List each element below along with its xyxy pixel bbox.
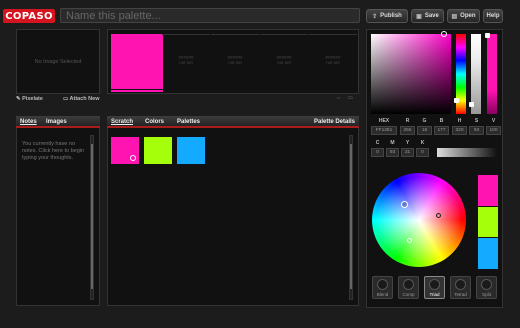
hex-label: HEX [378, 118, 390, 124]
k-label: K [420, 140, 425, 146]
harmony-swatch-1[interactable] [478, 175, 498, 206]
scratch-tabbar: Scratch Colors Palettes Palette Details [107, 116, 359, 128]
notes-textarea[interactable]: You currently have no notes. Click here … [22, 141, 88, 162]
attach-icon: ▭ [63, 96, 69, 102]
r-label: R [405, 118, 410, 124]
image-panel[interactable]: No Image Selected [16, 29, 100, 94]
mode-triad-button[interactable]: Triad [424, 276, 445, 299]
wheel-marker-secondary[interactable] [436, 213, 441, 218]
mode-blend-button[interactable]: Blend [372, 276, 393, 299]
value-slider-handle[interactable] [485, 33, 490, 38]
palette-slot-3[interactable]: ###### not set [211, 34, 259, 92]
hex-input[interactable]: FF1381 [371, 126, 397, 135]
y-label: Y [405, 140, 410, 146]
attach-new-button[interactable]: ▭ Attach New [63, 96, 99, 102]
tab-scratch[interactable]: Scratch [111, 119, 133, 125]
publish-icon: ⇪ [372, 13, 378, 20]
pixelate-icon: ✎ [16, 96, 21, 102]
hue-slider[interactable] [454, 34, 466, 114]
s-label: S [474, 118, 479, 124]
palette-details-tab[interactable]: Palette Details [314, 119, 355, 125]
open-icon: ▤ [451, 13, 458, 20]
harmony-swatch-2[interactable] [478, 207, 498, 237]
split-knob-icon [481, 279, 492, 290]
wheel-marker-primary[interactable] [401, 201, 408, 208]
b-label: B [439, 118, 444, 124]
publish-button[interactable]: ⇪ Publish [366, 9, 408, 23]
color-wheel[interactable] [372, 173, 466, 267]
open-button[interactable]: ▤ Open [447, 9, 480, 23]
strip-link-icon[interactable]: ⇔ [336, 95, 341, 101]
save-icon: ▣ [416, 13, 422, 20]
tab-palettes[interactable]: Palettes [177, 119, 200, 125]
k-input[interactable]: 0 [416, 148, 429, 157]
blend-knob-icon [377, 279, 388, 290]
wheel-marker-tertiary[interactable] [407, 238, 412, 243]
palette-slot-1-underline [111, 90, 163, 92]
tab-notes[interactable]: Notes [20, 119, 37, 125]
tetrad-knob-icon [455, 279, 466, 290]
palette-slot-5[interactable]: ###### not set [309, 34, 357, 92]
palette-name-input[interactable]: Name this palette... [60, 8, 360, 23]
comp-knob-icon [403, 279, 414, 290]
save-button[interactable]: ▣ Save [411, 9, 444, 23]
saturation-value-field[interactable] [371, 31, 451, 114]
scratch-swatch-2[interactable] [144, 137, 172, 164]
y-input[interactable]: 31 [401, 148, 414, 157]
no-image-text: No Image Selected [34, 59, 82, 65]
triad-knob-icon [429, 279, 440, 290]
copaso-logo: COPASO [3, 9, 55, 23]
m-label: M [390, 140, 395, 146]
notes-scrollbar[interactable] [90, 135, 94, 300]
value-slider[interactable] [485, 33, 497, 114]
pixelate-button[interactable]: ✎ Pixelate [16, 96, 43, 102]
s-input[interactable]: 93 [469, 126, 484, 135]
saturation-slider-handle[interactable] [469, 102, 474, 107]
hue-slider-handle[interactable] [454, 98, 459, 103]
tab-colors[interactable]: Colors [145, 119, 164, 125]
palette-slot-1-color [111, 34, 163, 89]
help-button[interactable]: Help [483, 9, 503, 23]
sv-picker-marker[interactable] [441, 31, 447, 37]
h-input[interactable]: 320 [452, 126, 467, 135]
v-label: V [491, 118, 496, 124]
grayscale-strip[interactable] [437, 148, 497, 157]
palette-slot-2[interactable]: ###### not set [162, 34, 210, 92]
saturation-slider[interactable] [469, 34, 481, 114]
c-input[interactable]: 0 [371, 148, 384, 157]
palette-slot-1[interactable] [111, 33, 163, 92]
swatch-selected-marker [130, 155, 136, 161]
palette-slot-4[interactable]: ###### not set [260, 34, 308, 92]
r-input[interactable]: 255 [400, 126, 415, 135]
strip-view-icon[interactable]: ▭ [348, 95, 353, 101]
mode-split-button[interactable]: Split [476, 276, 497, 299]
scratch-swatch-1[interactable] [111, 137, 139, 164]
m-input[interactable]: 93 [386, 148, 399, 157]
tab-images[interactable]: Images [46, 119, 67, 125]
scratch-scrollbar[interactable] [349, 135, 353, 300]
g-input[interactable]: 18 [417, 126, 432, 135]
mode-tetrad-button[interactable]: Tetrad [450, 276, 471, 299]
notes-tabbar: Notes Images [16, 116, 100, 128]
scratch-swatch-3[interactable] [177, 137, 205, 164]
h-label: H [457, 118, 462, 124]
c-label: C [375, 140, 380, 146]
v-input[interactable]: 100 [486, 126, 501, 135]
b-input[interactable]: 177 [434, 126, 449, 135]
mode-comp-button[interactable]: Comp [398, 276, 419, 299]
g-label: G [422, 118, 427, 124]
harmony-swatch-3[interactable] [478, 238, 498, 269]
